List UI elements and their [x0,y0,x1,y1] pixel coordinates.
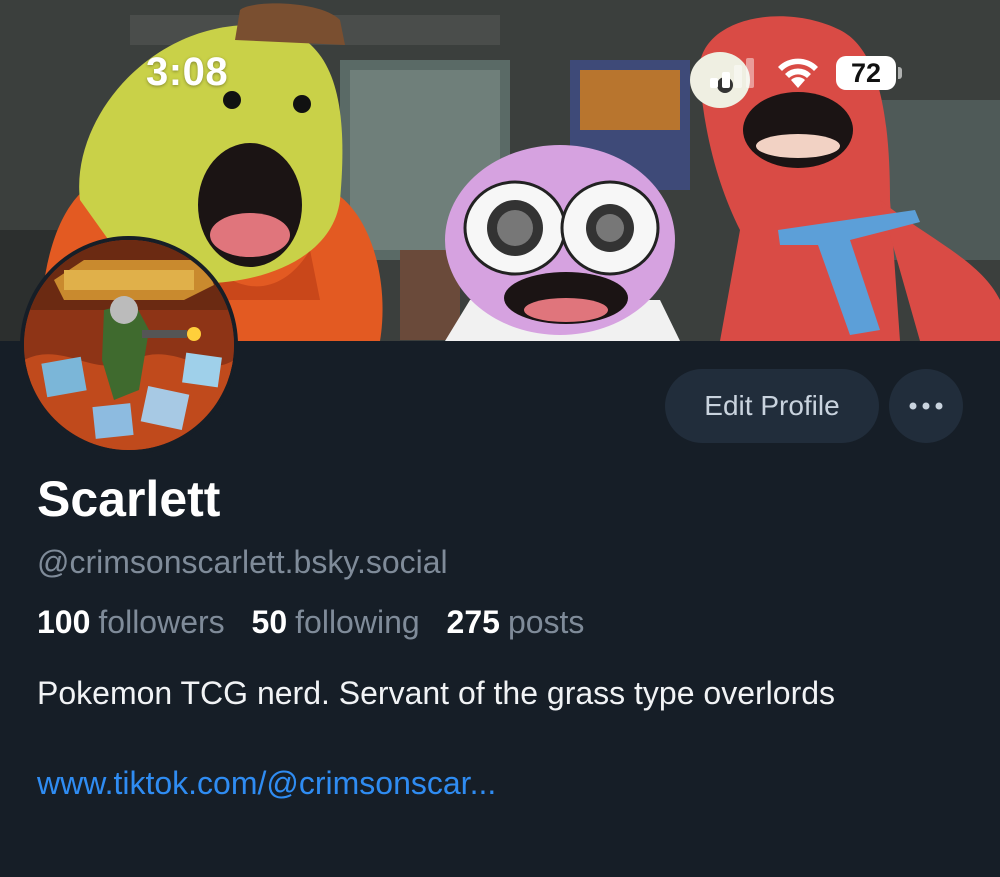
more-options-button[interactable] [889,369,963,443]
edit-profile-button[interactable]: Edit Profile [665,369,879,443]
posts-count: 275 [446,604,500,640]
profile-bio: Pokemon TCG nerd. Servant of the grass t… [37,675,836,711]
profile-stats: 100 followers 50 following 275 posts [37,604,602,641]
followers-stat[interactable]: 100 followers [37,604,225,640]
following-count: 50 [251,604,288,640]
display-name: Scarlett [37,471,221,527]
following-label: following [295,604,420,640]
avatar[interactable] [20,236,238,454]
profile-handle: @crimsonscarlett.bsky.social [37,544,448,580]
followers-label: followers [98,604,225,640]
posts-stat: 275 posts [447,604,585,640]
avatar-artwork [24,240,234,450]
followers-count: 100 [37,604,91,640]
following-stat[interactable]: 50 following [252,604,420,640]
posts-label: posts [507,604,585,640]
ellipsis-icon [909,402,943,410]
profile-link[interactable]: www.tiktok.com/@crimsonscar... [37,765,496,802]
